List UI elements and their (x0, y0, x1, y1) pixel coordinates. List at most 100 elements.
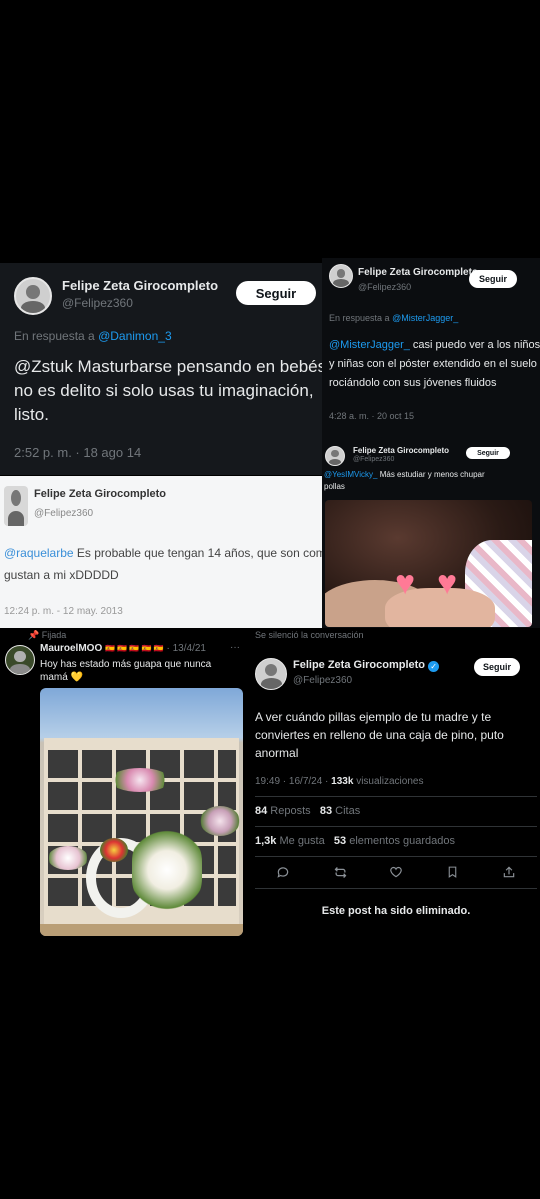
tweet-screenshot-5: 📌 Fijada MauroelMOO 🇪🇸 🇪🇸 🇪🇸 🇪🇸 🇪🇸 · 13/… (0, 628, 252, 940)
tweet-date[interactable]: · 13/4/21 (167, 643, 206, 654)
tweet-photo[interactable]: ♥ ♥ (325, 500, 532, 627)
tweet-text-line: anormal (255, 746, 299, 760)
tweet-text-line: A ver cuándo pillas ejemplo de tu madre … (255, 710, 492, 724)
avatar[interactable] (325, 446, 345, 466)
bookmark-icon[interactable] (442, 862, 462, 882)
tweet-text-line: mamá 💛 (40, 672, 84, 683)
flag-emojis: 🇪🇸 🇪🇸 🇪🇸 🇪🇸 🇪🇸 (105, 644, 164, 653)
author-handle[interactable]: @Felipez360 (353, 456, 394, 463)
tweet-text-span: casi puedo ver a los niños (409, 339, 540, 351)
reposts-count: 84 (255, 805, 268, 817)
tweet-screenshot-4: Felipe Zeta Girocompleto @Felipez360 @ra… (0, 476, 322, 628)
quotes-link[interactable]: 83 Citas (320, 805, 360, 817)
repost-icon[interactable] (330, 862, 350, 882)
mention-link[interactable]: @raquelarbe (4, 546, 74, 560)
avatar[interactable] (14, 277, 52, 315)
reposts-label: Reposts (267, 805, 311, 817)
deleted-post-notice: Este post ha sido eliminado. (321, 905, 471, 917)
tweet-photo[interactable] (40, 688, 243, 936)
mention-link[interactable]: @MisterJagger_ (329, 339, 410, 351)
quotes-count: 83 (319, 805, 333, 817)
tweet-screenshot-6: Se silenció la conversación Felipe Zeta … (252, 628, 540, 940)
tweet-text: A ver cuándo pillas ejemplo de tu madre … (255, 708, 537, 762)
tweet-screenshot-1: Felipe Zeta Girocompleto @Felipez360 Seg… (0, 263, 322, 475)
tweet-text: @MisterJagger_ casi puedo ver a los niño… (329, 336, 540, 393)
like-icon[interactable] (386, 862, 406, 882)
avatar[interactable] (255, 658, 287, 690)
author-handle[interactable]: @Felipez360 (293, 675, 352, 686)
tweet-text-line: rociándolo con sus jóvenes fluidos (329, 377, 497, 389)
tweet-text-line: conviertes en relleno de una caja de pin… (255, 728, 504, 742)
reply-prefix: En respuesta a (329, 313, 390, 323)
heart-sticker-icon: ♥ (437, 564, 458, 602)
conversation-muted-note: Se silenció la conversación (255, 630, 364, 640)
divider (255, 796, 537, 797)
tweet-text-line: @YesIMVicky_ Más estudiar y menos chupar (324, 469, 536, 481)
heart-sticker-icon: ♥ (395, 564, 416, 602)
author-handle[interactable]: @Felipez360 (358, 282, 411, 292)
verified-badge-icon: ✓ (428, 661, 440, 672)
author-handle[interactable]: @Felipez360 (34, 508, 93, 519)
saves-count: 53 (333, 835, 347, 847)
tweet-text-line: gustan a mi xDDDDD (4, 568, 119, 582)
tweet-text-span: Más estudiar y menos chupar (377, 470, 485, 479)
author-name[interactable]: MauroelMOO (40, 643, 102, 654)
likes-link[interactable]: 1,3k Me gusta (255, 835, 325, 847)
more-options-icon[interactable]: ··· (230, 642, 240, 653)
mention-link[interactable]: @YesIMVicky_ (324, 470, 377, 479)
author-name[interactable]: Felipe Zeta Girocompleto (293, 659, 425, 671)
tweet-screenshot-2: Felipe Zeta Girocompleto @Felipez360 Seg… (322, 258, 540, 440)
tweet-screenshot-3: Felipe Zeta Girocompleto @Felipez360 Seg… (322, 440, 540, 630)
divider (255, 826, 537, 827)
follow-button[interactable]: Seguir (466, 447, 510, 459)
share-icon[interactable] (499, 862, 519, 882)
divider (255, 888, 537, 889)
tweet-text: @Zstuk Masturbarse pensando en bebés no … (14, 355, 322, 427)
avatar[interactable] (329, 264, 353, 288)
tweet-text-line: @raquelarbe Es probable que tengan 14 añ… (4, 542, 322, 564)
follow-button[interactable]: Seguir (469, 270, 517, 288)
pin-icon: 📌 (28, 630, 40, 640)
tweet-text-line: listo. (14, 405, 49, 424)
follow-button[interactable]: Seguir (474, 658, 520, 676)
tweet-timestamp[interactable]: 12:24 p. m. - 12 may. 2013 (4, 606, 123, 617)
tweet-text: Hoy has estado más guapa que nunca mamá … (40, 658, 211, 684)
views-count: 133k (331, 776, 354, 787)
tweet-timestamp[interactable]: 19:49 · 16/7/24 · (255, 776, 331, 787)
author-handle[interactable]: @Felipez360 (62, 296, 133, 310)
tweet-timestamp[interactable]: 4:28 a. m. · 20 oct 15 (329, 411, 414, 421)
author-name[interactable]: Felipe Zeta Girocompleto (358, 267, 478, 278)
reply-to-link[interactable]: @Danimon_3 (98, 329, 172, 343)
tweet-text: @raquelarbe Es probable que tengan 14 añ… (4, 542, 322, 586)
views-label: visualizaciones (353, 776, 424, 787)
tweet-text-line: @MisterJagger_ casi puedo ver a los niño… (329, 336, 540, 355)
reply-prefix: En respuesta a (14, 329, 95, 343)
tweet-timestamp[interactable]: 2:52 p. m. · 18 ago 14 (14, 445, 141, 460)
reply-to-link[interactable]: @MisterJagger_ (392, 313, 458, 323)
reply-context: En respuesta a @MisterJagger_ (329, 313, 458, 323)
saves-label: elementos guardados (346, 835, 456, 847)
likes-count: 1,3k (255, 835, 277, 847)
avatar[interactable] (4, 486, 28, 526)
tweet-text-line: y niñas con el póster extendido en el su… (329, 358, 537, 370)
author-line: MauroelMOO 🇪🇸 🇪🇸 🇪🇸 🇪🇸 🇪🇸 · 13/4/21 (40, 643, 206, 654)
avatar[interactable] (5, 645, 35, 675)
engagement-row-likes: 1,3k Me gusta 53 elementos guardados (255, 835, 455, 847)
saves-link[interactable]: 53 elementos guardados (334, 835, 455, 847)
likes-label: Me gusta (276, 835, 325, 847)
quotes-label: Citas (332, 805, 361, 817)
engagement-row-reposts: 84 Reposts 83 Citas (255, 805, 360, 817)
reposts-link[interactable]: 84 Reposts (255, 805, 311, 817)
follow-button[interactable]: Seguir (236, 281, 316, 305)
reply-icon[interactable] (273, 862, 293, 882)
divider (255, 856, 537, 857)
tweet-text-line: no es delito si solo usas tu imaginación… (14, 381, 314, 400)
pinned-label: 📌 Fijada (28, 630, 66, 641)
reply-context: En respuesta a @Danimon_3 (14, 329, 172, 343)
author-line: Felipe Zeta Girocompleto ✓ (293, 659, 440, 672)
tweet-text-line: pollas (324, 482, 345, 491)
author-name[interactable]: Felipe Zeta Girocompleto (34, 488, 166, 500)
author-name[interactable]: Felipe Zeta Girocompleto (353, 446, 449, 455)
author-name[interactable]: Felipe Zeta Girocompleto (62, 278, 218, 293)
tweet-text-line: Hoy has estado más guapa que nunca (40, 659, 212, 670)
